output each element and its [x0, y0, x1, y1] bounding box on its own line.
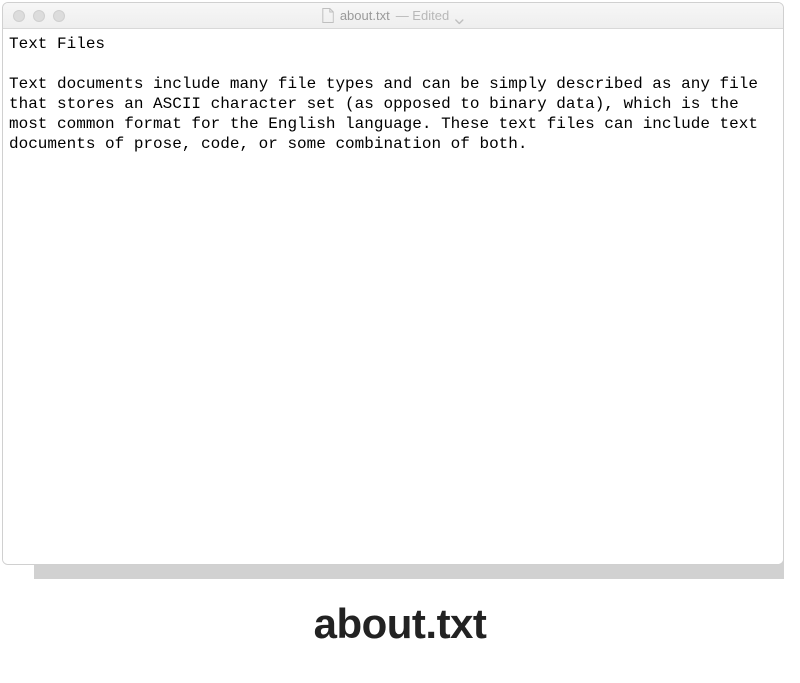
- text-editor-content[interactable]: Text Files Text documents include many f…: [3, 29, 783, 564]
- document-heading: Text Files: [9, 34, 777, 54]
- zoom-button[interactable]: [53, 10, 65, 22]
- traffic-lights: [3, 10, 65, 22]
- app-window: about.txt — Edited Text Files Text docum…: [2, 2, 784, 565]
- titlebar-title-group[interactable]: about.txt — Edited: [322, 8, 464, 23]
- document-body: Text documents include many file types a…: [9, 74, 777, 154]
- minimize-button[interactable]: [33, 10, 45, 22]
- titlebar-filename: about.txt: [340, 8, 390, 23]
- chevron-down-icon: [455, 13, 464, 19]
- close-button[interactable]: [13, 10, 25, 22]
- document-icon: [322, 8, 334, 23]
- page-caption: about.txt: [0, 600, 800, 648]
- titlebar-edited-label: — Edited: [396, 8, 449, 23]
- titlebar[interactable]: about.txt — Edited: [3, 3, 783, 29]
